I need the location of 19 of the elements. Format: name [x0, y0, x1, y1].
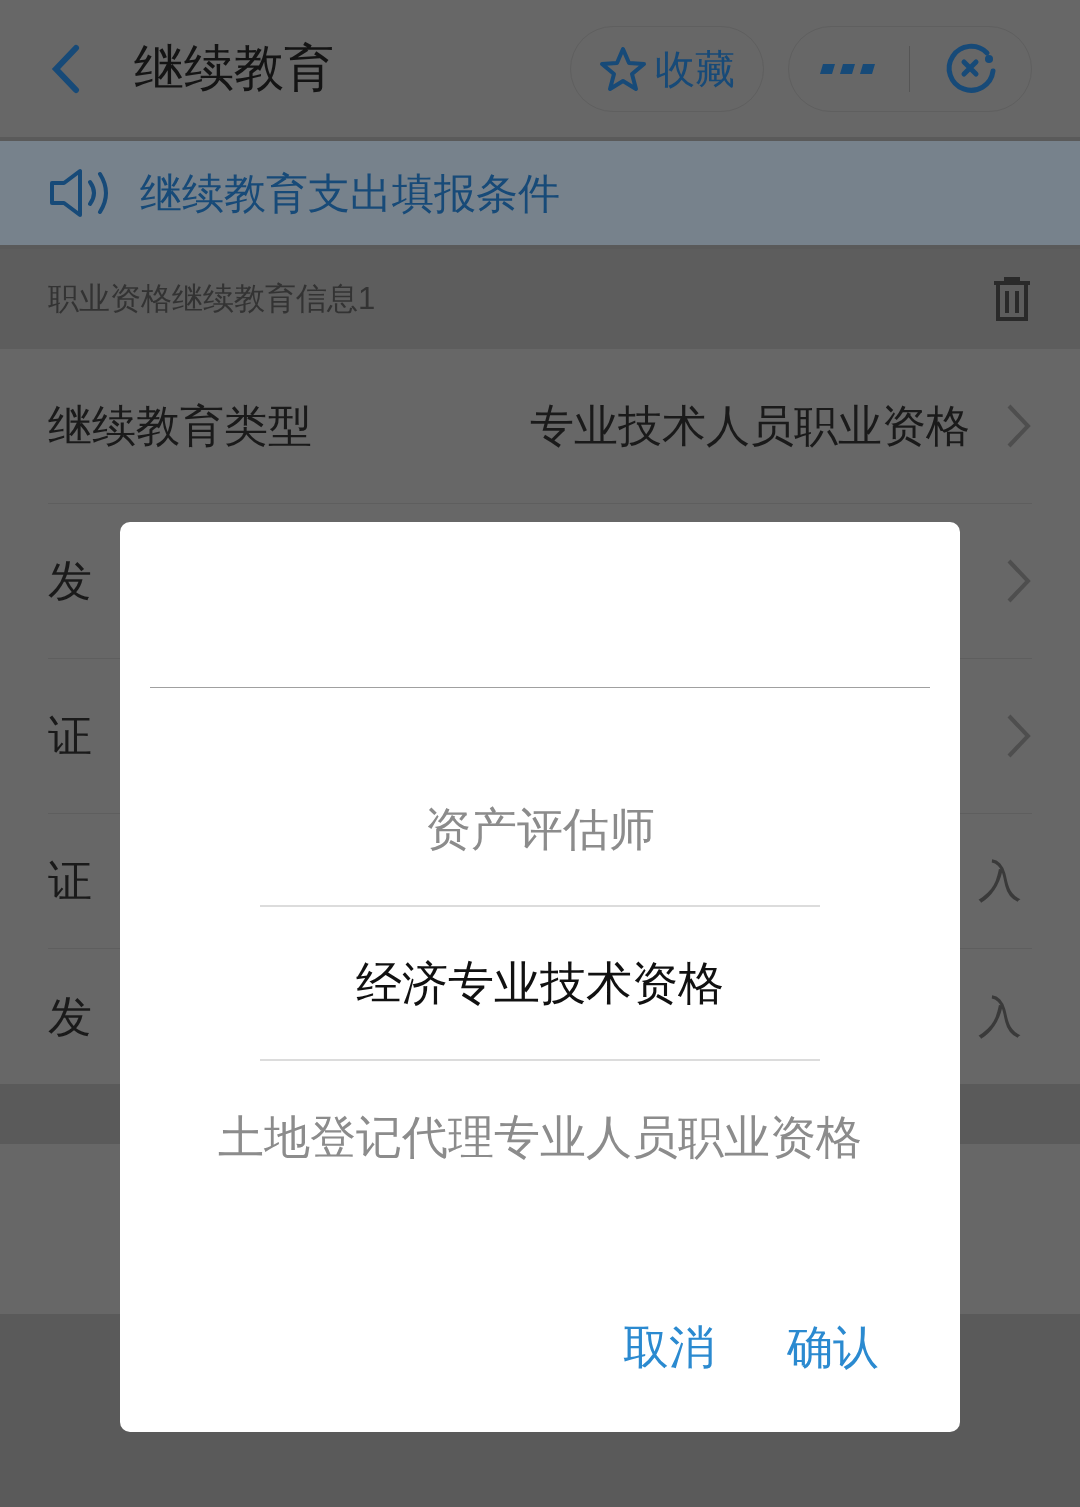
trash-icon	[992, 277, 1032, 321]
chevron-icon	[1006, 713, 1032, 759]
field-label: 发	[48, 555, 92, 607]
star-icon	[599, 45, 647, 92]
chevron-icon	[1006, 403, 1032, 449]
confirm-button[interactable]: 确认	[781, 1313, 885, 1382]
picker-option[interactable]: 经济专业技术资格	[356, 907, 724, 1059]
notice-text[interactable]: 继续教育支出填报条件	[140, 161, 560, 225]
page-title: 继续教育	[134, 39, 334, 98]
picker-option[interactable]: 土地登记代理专业人员职业资格	[218, 1061, 862, 1213]
delete-button[interactable]	[992, 277, 1032, 321]
picker-option[interactable]: 资产评估师	[425, 753, 655, 905]
chevron-icon	[1006, 558, 1032, 604]
cancel-button[interactable]: 取消	[617, 1313, 721, 1382]
field-value[interactable]: 专业技术人员职业资格	[530, 393, 970, 459]
field-label: 证	[48, 710, 92, 762]
field-label: 发	[48, 990, 92, 1043]
field-label: 证	[48, 855, 92, 907]
field-label: 继续教育类型	[48, 400, 312, 452]
